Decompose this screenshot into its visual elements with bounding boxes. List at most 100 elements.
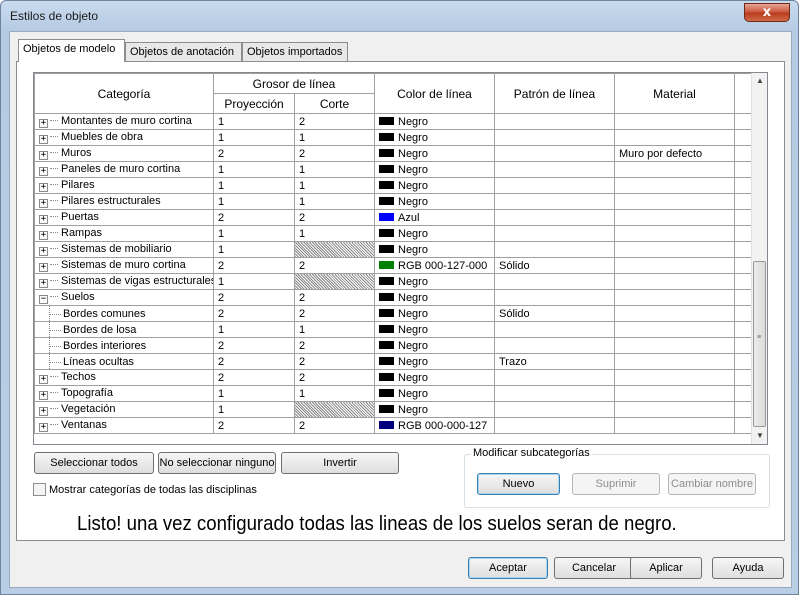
- projection-weight-cell[interactable]: 1: [213, 321, 295, 338]
- line-pattern-cell[interactable]: [494, 209, 615, 226]
- line-pattern-cell[interactable]: [494, 225, 615, 242]
- cut-weight-cell[interactable]: 2: [294, 337, 375, 354]
- line-pattern-cell[interactable]: [494, 385, 615, 402]
- table-row[interactable]: + Puertas 2 2 Azul: [34, 209, 755, 226]
- table-row[interactable]: + Pilares 1 1 Negro: [34, 177, 755, 194]
- category-cell[interactable]: − Suelos: [34, 289, 214, 306]
- line-color-cell[interactable]: Negro: [374, 225, 495, 242]
- line-pattern-cell[interactable]: [494, 241, 615, 258]
- header-category[interactable]: Categoría: [34, 73, 214, 114]
- line-pattern-cell[interactable]: Trazo: [494, 353, 615, 370]
- expand-icon[interactable]: +: [39, 183, 48, 192]
- table-row[interactable]: + Montantes de muro cortina 1 2 Negro: [34, 113, 755, 130]
- line-pattern-cell[interactable]: [494, 273, 615, 290]
- new-subcategory-button[interactable]: Nuevo: [477, 473, 560, 495]
- line-color-cell[interactable]: Negro: [374, 193, 495, 210]
- line-pattern-cell[interactable]: [494, 401, 615, 418]
- select-all-button[interactable]: Seleccionar todos: [34, 452, 154, 474]
- category-cell[interactable]: + Puertas: [34, 209, 214, 226]
- table-row[interactable]: Líneas ocultas 2 2 Negro Trazo: [34, 353, 755, 370]
- projection-weight-cell[interactable]: 2: [213, 289, 295, 306]
- line-color-cell[interactable]: Negro: [374, 113, 495, 130]
- material-cell[interactable]: [614, 257, 735, 274]
- material-cell[interactable]: [614, 417, 735, 434]
- category-cell[interactable]: + Muros: [34, 145, 214, 162]
- line-color-cell[interactable]: Azul: [374, 209, 495, 226]
- collapse-icon[interactable]: −: [39, 295, 48, 304]
- line-pattern-cell[interactable]: [494, 193, 615, 210]
- table-row[interactable]: + Paneles de muro cortina 1 1 Negro: [34, 161, 755, 178]
- expand-icon[interactable]: +: [39, 231, 48, 240]
- projection-weight-cell[interactable]: 1: [213, 161, 295, 178]
- table-row[interactable]: + Sistemas de vigas estructurales 1 Negro: [34, 273, 755, 290]
- expand-icon[interactable]: +: [39, 279, 48, 288]
- category-cell[interactable]: Bordes comunes: [34, 305, 214, 322]
- projection-weight-cell[interactable]: 1: [213, 241, 295, 258]
- table-row[interactable]: + Vegetación 1 Negro: [34, 401, 755, 418]
- projection-weight-cell[interactable]: 2: [213, 145, 295, 162]
- table-row[interactable]: + Rampas 1 1 Negro: [34, 225, 755, 242]
- category-cell[interactable]: Líneas ocultas: [34, 353, 214, 370]
- line-color-cell[interactable]: Negro: [374, 353, 495, 370]
- line-pattern-cell[interactable]: [494, 337, 615, 354]
- cancel-button[interactable]: Cancelar: [554, 557, 634, 579]
- line-pattern-cell[interactable]: [494, 321, 615, 338]
- table-row[interactable]: + Muebles de obra 1 1 Negro: [34, 129, 755, 146]
- line-pattern-cell[interactable]: Sólido: [494, 305, 615, 322]
- projection-weight-cell[interactable]: 1: [213, 193, 295, 210]
- projection-weight-cell[interactable]: 1: [213, 385, 295, 402]
- material-cell[interactable]: [614, 193, 735, 210]
- expand-icon[interactable]: +: [39, 167, 48, 176]
- table-row[interactable]: + Ventanas 2 2 RGB 000-000-127: [34, 417, 755, 434]
- line-color-cell[interactable]: Negro: [374, 385, 495, 402]
- tab-model-objects[interactable]: Objetos de modelo: [18, 39, 125, 62]
- expand-icon[interactable]: +: [39, 263, 48, 272]
- ok-button[interactable]: Aceptar: [468, 557, 548, 579]
- material-cell[interactable]: [614, 161, 735, 178]
- line-color-cell[interactable]: Negro: [374, 177, 495, 194]
- line-color-cell[interactable]: RGB 000-000-127: [374, 417, 495, 434]
- material-cell[interactable]: [614, 353, 735, 370]
- cut-weight-cell[interactable]: 1: [294, 177, 375, 194]
- line-pattern-cell[interactable]: [494, 113, 615, 130]
- category-cell[interactable]: + Sistemas de muro cortina: [34, 257, 214, 274]
- line-color-cell[interactable]: Negro: [374, 129, 495, 146]
- expand-icon[interactable]: +: [39, 135, 48, 144]
- table-row[interactable]: Bordes comunes 2 2 Negro Sólido: [34, 305, 755, 322]
- material-cell[interactable]: [614, 129, 735, 146]
- projection-weight-cell[interactable]: 2: [213, 353, 295, 370]
- category-cell[interactable]: + Montantes de muro cortina: [34, 113, 214, 130]
- cut-weight-cell[interactable]: 2: [294, 289, 375, 306]
- projection-weight-cell[interactable]: 1: [213, 129, 295, 146]
- material-cell[interactable]: [614, 337, 735, 354]
- expand-icon[interactable]: +: [39, 391, 48, 400]
- invert-button[interactable]: Invertir: [281, 452, 399, 474]
- cut-weight-cell[interactable]: 2: [294, 417, 375, 434]
- cut-weight-cell[interactable]: 2: [294, 113, 375, 130]
- expand-icon[interactable]: +: [39, 215, 48, 224]
- line-pattern-cell[interactable]: [494, 145, 615, 162]
- line-color-cell[interactable]: Negro: [374, 273, 495, 290]
- category-cell[interactable]: + Techos: [34, 369, 214, 386]
- category-cell[interactable]: + Muebles de obra: [34, 129, 214, 146]
- expand-icon[interactable]: +: [39, 199, 48, 208]
- category-cell[interactable]: + Topografía: [34, 385, 214, 402]
- projection-weight-cell[interactable]: 2: [213, 209, 295, 226]
- category-cell[interactable]: Bordes interiores: [34, 337, 214, 354]
- expand-icon[interactable]: +: [39, 247, 48, 256]
- category-cell[interactable]: + Rampas: [34, 225, 214, 242]
- line-color-cell[interactable]: Negro: [374, 337, 495, 354]
- header-line-pattern[interactable]: Patrón de línea: [494, 73, 615, 114]
- tab-imported-objects[interactable]: Objetos importados: [242, 42, 348, 61]
- projection-weight-cell[interactable]: 1: [213, 273, 295, 290]
- projection-weight-cell[interactable]: 1: [213, 401, 295, 418]
- cut-weight-cell[interactable]: 2: [294, 353, 375, 370]
- table-row[interactable]: + Techos 2 2 Negro: [34, 369, 755, 386]
- expand-icon[interactable]: +: [39, 151, 48, 160]
- material-cell[interactable]: Muro por defecto: [614, 145, 735, 162]
- cut-weight-cell[interactable]: 2: [294, 305, 375, 322]
- cut-weight-cell[interactable]: 2: [294, 209, 375, 226]
- cut-weight-cell[interactable]: 1: [294, 129, 375, 146]
- material-cell[interactable]: [614, 289, 735, 306]
- expand-icon[interactable]: +: [39, 423, 48, 432]
